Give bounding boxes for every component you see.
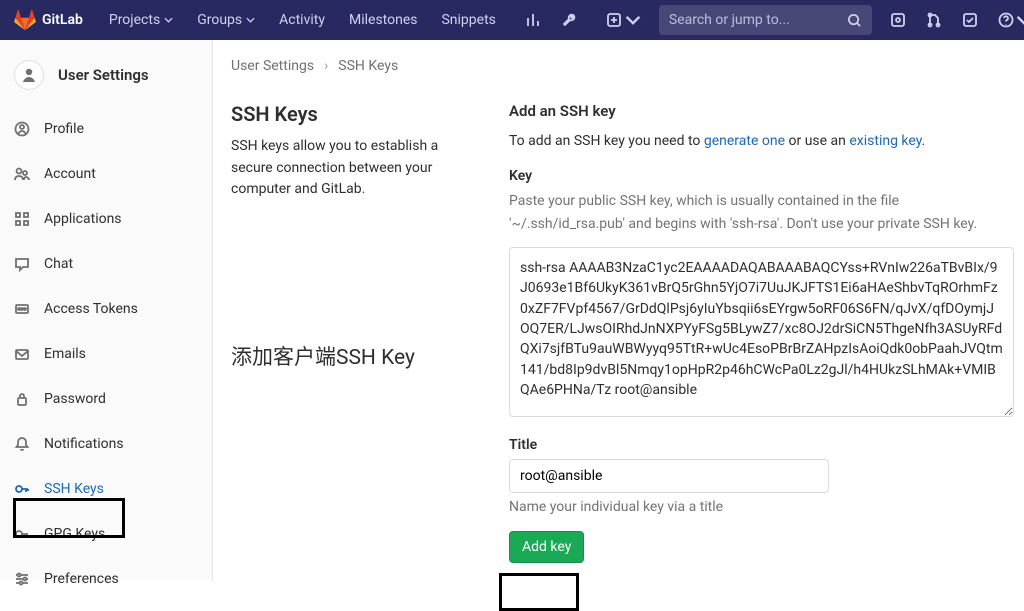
search-icon xyxy=(847,13,862,28)
global-search[interactable] xyxy=(659,5,872,35)
token-icon xyxy=(14,301,30,317)
title-input[interactable] xyxy=(509,459,829,493)
search-input[interactable] xyxy=(669,12,847,28)
sidebar-item-applications[interactable]: Applications xyxy=(0,196,212,241)
email-icon xyxy=(14,346,30,362)
profile-icon xyxy=(14,121,30,137)
account-icon xyxy=(14,166,30,182)
chevron-down-icon xyxy=(1016,12,1024,28)
nav-activity[interactable]: Activity xyxy=(267,0,337,40)
sidebar-user[interactable]: User Settings xyxy=(0,50,212,106)
top-header: GitLab Projects Groups Activity Mileston… xyxy=(0,0,1024,40)
nav-projects[interactable]: Projects xyxy=(97,0,185,40)
left-column: SSH Keys SSH keys allow you to establish… xyxy=(231,102,463,563)
key-help-text: Paste your public SSH key, which is usua… xyxy=(509,190,1014,235)
gitlab-icon xyxy=(14,9,36,31)
breadcrumb-root[interactable]: User Settings xyxy=(231,58,314,74)
title-hint: Name your individual key via a title xyxy=(509,499,1014,515)
generate-one-link[interactable]: generate one xyxy=(704,133,785,149)
sidebar-item-ssh-keys[interactable]: SSH Keys xyxy=(0,466,212,511)
bell-icon xyxy=(14,436,30,452)
sidebar-item-notifications[interactable]: Notifications xyxy=(0,421,212,466)
merge-requests-icon[interactable] xyxy=(916,0,952,40)
key-label: Key xyxy=(509,168,1014,184)
chevron-right-icon: › xyxy=(324,58,328,74)
key-textarea[interactable] xyxy=(509,247,1014,417)
applications-icon xyxy=(14,211,30,227)
brand-text: GitLab xyxy=(42,12,83,28)
sidebar-item-preferences[interactable]: Preferences xyxy=(0,556,212,601)
chevron-down-icon xyxy=(246,17,255,23)
sidebar-item-password[interactable]: Password xyxy=(0,376,212,421)
chart-icon[interactable] xyxy=(516,0,552,40)
title-label: Title xyxy=(509,437,1014,453)
gitlab-logo[interactable]: GitLab xyxy=(0,9,97,31)
add-key-help: To add an SSH key you need to generate o… xyxy=(509,130,1014,152)
nav-groups[interactable]: Groups xyxy=(185,0,267,40)
preferences-icon xyxy=(14,571,30,587)
sidebar-item-account[interactable]: Account xyxy=(0,151,212,196)
lock-icon xyxy=(14,391,30,407)
right-column: Add an SSH key To add an SSH key you nee… xyxy=(509,102,1014,563)
main-area: User Settings Profile Account Applicatio… xyxy=(0,40,1024,581)
key-icon xyxy=(14,481,30,497)
add-key-heading: Add an SSH key xyxy=(509,102,1014,120)
sidebar-title: User Settings xyxy=(58,66,149,84)
issues-icon[interactable] xyxy=(880,0,916,40)
help-icon[interactable] xyxy=(988,0,1024,40)
chat-icon xyxy=(14,256,30,272)
chevron-down-icon xyxy=(625,12,641,28)
page-description: SSH keys allow you to establish a secure… xyxy=(231,136,463,201)
breadcrumb-page: SSH Keys xyxy=(338,58,398,74)
plus-icon[interactable] xyxy=(596,0,651,40)
content-area: User Settings › SSH Keys SSH Keys SSH ke… xyxy=(213,40,1024,581)
add-key-button[interactable]: Add key xyxy=(509,531,584,563)
sidebar-item-profile[interactable]: Profile xyxy=(0,106,212,151)
todos-icon[interactable] xyxy=(952,0,988,40)
existing-key-link[interactable]: existing key xyxy=(849,133,921,149)
nav-milestones[interactable]: Milestones xyxy=(337,0,430,40)
nav-snippets[interactable]: Snippets xyxy=(429,0,507,40)
sidebar-item-access-tokens[interactable]: Access Tokens xyxy=(0,286,212,331)
key-icon xyxy=(14,526,30,542)
sidebar-item-emails[interactable]: Emails xyxy=(0,331,212,376)
sidebar-item-chat[interactable]: Chat xyxy=(0,241,212,286)
sidebar-item-gpg-keys[interactable]: GPG Keys xyxy=(0,511,212,556)
avatar-icon xyxy=(14,60,44,90)
chevron-down-icon xyxy=(164,17,173,23)
annotation-text: 添加客户端SSH Key xyxy=(231,341,463,371)
sidebar: User Settings Profile Account Applicatio… xyxy=(0,40,213,581)
wrench-icon[interactable] xyxy=(552,0,588,40)
breadcrumb: User Settings › SSH Keys xyxy=(231,58,1014,74)
page-title: SSH Keys xyxy=(231,102,463,126)
